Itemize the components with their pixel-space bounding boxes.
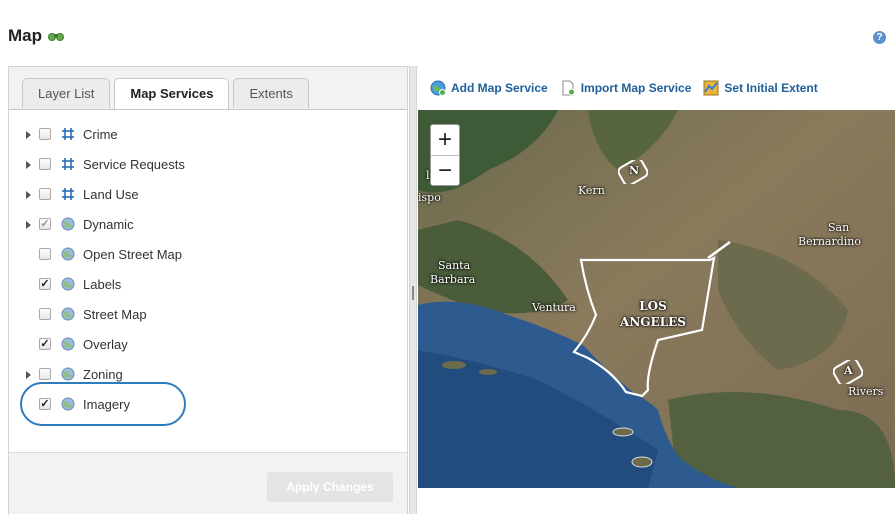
feature-grid-icon (62, 188, 74, 200)
layer-label: Open Street Map (83, 247, 182, 262)
list-item[interactable]: ✓ Overlay (9, 333, 399, 357)
globe-icon (61, 277, 75, 291)
map-label-san-bernardino-2: Bernardino (798, 235, 862, 248)
tab-layer-list[interactable]: Layer List (22, 78, 111, 108)
layer-checkbox[interactable] (39, 248, 51, 260)
page-title: Map (8, 26, 64, 46)
map-label-san-bernardino-1: San (828, 221, 850, 234)
list-item[interactable]: Land Use (9, 183, 399, 207)
tab-map-services[interactable]: Map Services (114, 78, 230, 109)
map-label-left-fragment: l (426, 169, 430, 182)
layer-label: Zoning (83, 367, 123, 382)
layer-checkbox[interactable] (39, 158, 51, 170)
import-map-service-label: Import Map Service (580, 81, 692, 95)
list-item[interactable]: ✓ Labels (9, 273, 399, 297)
map-label-a: A (844, 364, 853, 377)
globe-icon (61, 217, 75, 231)
layer-checkbox[interactable] (39, 128, 51, 140)
globe-icon (61, 367, 75, 381)
layer-label: Labels (83, 277, 122, 292)
map-toolbar: Add Map Service Import Map Service Set I… (418, 66, 895, 110)
highway-marker-icon (707, 240, 731, 260)
list-item[interactable]: ✓ Dynamic (9, 213, 399, 237)
zoom-in-button[interactable]: + (431, 125, 459, 155)
map-label-los: LOS (639, 299, 667, 313)
layer-checkbox[interactable] (39, 368, 51, 380)
expand-caret-icon[interactable] (26, 161, 31, 169)
feature-grid-icon (62, 128, 74, 140)
layer-checkbox[interactable]: ✓ (39, 338, 51, 350)
globe-add-icon (430, 80, 446, 96)
map-label-ventura: Ventura (532, 301, 576, 314)
zoom-control: + − (430, 124, 460, 186)
list-item[interactable]: Street Map (9, 303, 399, 327)
apply-changes-button[interactable]: Apply Changes (267, 472, 393, 502)
map-label-angeles: ANGELES (620, 315, 686, 329)
add-map-service-label: Add Map Service (451, 81, 548, 95)
globe-icon (61, 307, 75, 321)
add-map-service-button[interactable]: Add Map Service (430, 80, 548, 96)
layer-label: Land Use (83, 187, 139, 202)
document-import-icon (562, 80, 575, 96)
map-label-riverside: Rivers (848, 385, 884, 398)
tab-extents[interactable]: Extents (233, 78, 309, 108)
zoom-out-button[interactable]: − (431, 155, 459, 186)
layer-label: Dynamic (83, 217, 134, 232)
map-view[interactable]: N A l ispo Kern San Bernardino Santa Bar… (418, 110, 895, 488)
import-map-service-button[interactable]: Import Map Service (560, 80, 692, 96)
layer-label: Service Requests (83, 157, 185, 172)
extent-map-icon (703, 80, 719, 96)
globe-icon (61, 247, 75, 261)
layer-checkbox[interactable]: ✓ (39, 278, 51, 290)
expand-caret-icon[interactable] (26, 221, 31, 229)
panel-tabs: Layer List Map Services Extents (22, 78, 309, 109)
expand-caret-icon[interactable] (26, 371, 31, 379)
map-label-kern: Kern (578, 184, 605, 197)
splitter-grip-icon[interactable] (412, 286, 414, 300)
map-label-n: N (629, 164, 640, 177)
feature-grid-icon (62, 158, 74, 170)
map-label-slo-fragment: ispo (418, 191, 441, 204)
list-item[interactable]: Open Street Map (9, 243, 399, 267)
layer-checkbox[interactable] (39, 308, 51, 320)
set-initial-extent-button[interactable]: Set Initial Extent (703, 80, 818, 96)
layer-label: Street Map (83, 307, 147, 322)
map-footer-area (418, 488, 895, 514)
help-icon[interactable]: ? (873, 31, 886, 44)
layer-checkbox[interactable] (39, 188, 51, 200)
layer-checkbox[interactable]: ✓ (39, 218, 51, 230)
layer-label: Crime (83, 127, 118, 142)
set-initial-extent-label: Set Initial Extent (724, 81, 818, 95)
expand-caret-icon[interactable] (26, 191, 31, 199)
list-item[interactable]: Crime (9, 123, 399, 147)
expand-caret-icon[interactable] (26, 131, 31, 139)
list-item[interactable]: Service Requests (9, 153, 399, 177)
map-binoculars-icon (48, 33, 64, 41)
map-label-santa-barbara-2: Barbara (430, 273, 476, 286)
globe-icon (61, 337, 75, 351)
imagery-highlight-ring (20, 382, 186, 426)
layer-label: Overlay (83, 337, 128, 352)
map-label-santa-barbara-1: Santa (438, 259, 471, 272)
page-title-text: Map (8, 26, 42, 45)
